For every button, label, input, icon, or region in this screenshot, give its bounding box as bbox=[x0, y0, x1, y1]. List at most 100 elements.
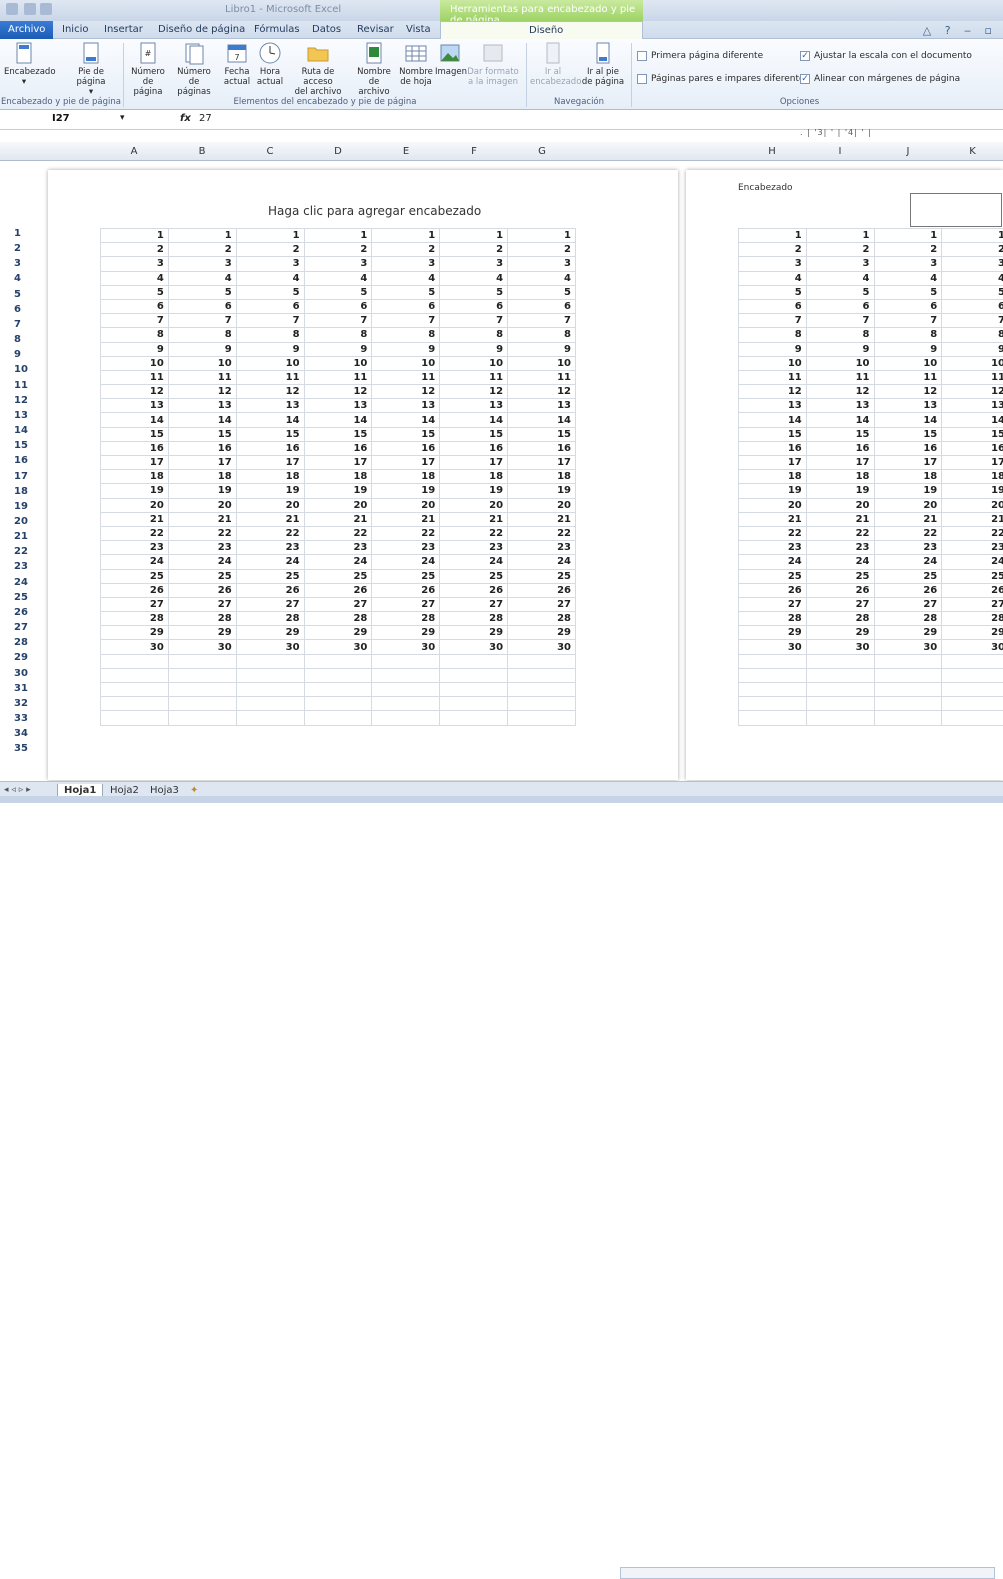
cell[interactable]: 9 bbox=[168, 342, 236, 356]
cell[interactable]: 19 bbox=[372, 484, 440, 498]
cell[interactable]: 7 bbox=[942, 314, 1003, 328]
cell[interactable]: 25 bbox=[304, 569, 372, 583]
row-header[interactable]: 21 bbox=[0, 531, 40, 546]
column-header[interactable]: I bbox=[806, 146, 874, 157]
cell[interactable]: 23 bbox=[874, 541, 942, 555]
cell[interactable]: 28 bbox=[806, 612, 874, 626]
cell[interactable] bbox=[739, 711, 807, 725]
cell[interactable]: 1 bbox=[236, 229, 304, 243]
cell[interactable]: 25 bbox=[739, 569, 807, 583]
cell[interactable] bbox=[942, 668, 1003, 682]
row-header[interactable]: 12 bbox=[0, 395, 40, 410]
cell[interactable] bbox=[508, 683, 576, 697]
cell[interactable]: 7 bbox=[304, 314, 372, 328]
cell[interactable]: 29 bbox=[168, 626, 236, 640]
cell[interactable]: 13 bbox=[806, 399, 874, 413]
cell[interactable]: 12 bbox=[101, 385, 169, 399]
row-header[interactable]: 15 bbox=[0, 440, 40, 455]
cell[interactable]: 20 bbox=[372, 498, 440, 512]
cell[interactable]: 29 bbox=[236, 626, 304, 640]
cell[interactable]: 2 bbox=[372, 243, 440, 257]
cell[interactable]: 16 bbox=[168, 441, 236, 455]
cell[interactable] bbox=[440, 668, 508, 682]
picture-button[interactable]: Imagen bbox=[435, 41, 465, 77]
tab-diseno-pagina[interactable]: Diseño de página bbox=[158, 24, 245, 35]
cell[interactable]: 14 bbox=[168, 413, 236, 427]
row-header[interactable]: 1 bbox=[0, 228, 40, 243]
row-header[interactable]: 20 bbox=[0, 516, 40, 531]
cell[interactable]: 17 bbox=[440, 456, 508, 470]
cell[interactable]: 28 bbox=[440, 612, 508, 626]
cell[interactable] bbox=[372, 697, 440, 711]
cell[interactable] bbox=[806, 683, 874, 697]
cell[interactable]: 19 bbox=[304, 484, 372, 498]
cell[interactable]: 20 bbox=[440, 498, 508, 512]
cell[interactable]: 12 bbox=[372, 385, 440, 399]
cell[interactable]: 7 bbox=[101, 314, 169, 328]
tab-vista[interactable]: Vista bbox=[406, 24, 431, 35]
cell[interactable]: 16 bbox=[304, 441, 372, 455]
cell[interactable]: 8 bbox=[806, 328, 874, 342]
cell[interactable]: 20 bbox=[508, 498, 576, 512]
row-header[interactable]: 24 bbox=[0, 577, 40, 592]
cell[interactable]: 7 bbox=[168, 314, 236, 328]
cell[interactable]: 28 bbox=[874, 612, 942, 626]
cell[interactable]: 14 bbox=[236, 413, 304, 427]
cell[interactable]: 15 bbox=[372, 427, 440, 441]
cell[interactable]: 30 bbox=[372, 640, 440, 654]
column-header[interactable]: J bbox=[874, 146, 942, 157]
undo-icon[interactable] bbox=[40, 3, 52, 15]
tab-archivo[interactable]: Archivo bbox=[0, 21, 53, 39]
cell[interactable]: 15 bbox=[739, 427, 807, 441]
cell[interactable]: 23 bbox=[168, 541, 236, 555]
cell[interactable]: 30 bbox=[508, 640, 576, 654]
row-header[interactable]: 17 bbox=[0, 471, 40, 486]
cell[interactable] bbox=[806, 697, 874, 711]
cell[interactable]: 23 bbox=[440, 541, 508, 555]
cell[interactable] bbox=[372, 683, 440, 697]
cell[interactable] bbox=[942, 697, 1003, 711]
cell[interactable]: 6 bbox=[806, 299, 874, 313]
cell[interactable]: 30 bbox=[806, 640, 874, 654]
cell[interactable]: 6 bbox=[739, 299, 807, 313]
cell[interactable]: 1 bbox=[440, 229, 508, 243]
cell[interactable]: 7 bbox=[372, 314, 440, 328]
cell[interactable]: 17 bbox=[942, 456, 1003, 470]
cell[interactable]: 18 bbox=[440, 470, 508, 484]
cell[interactable]: 15 bbox=[806, 427, 874, 441]
cell[interactable]: 16 bbox=[874, 441, 942, 455]
cell[interactable]: 3 bbox=[440, 257, 508, 271]
cell[interactable]: 24 bbox=[806, 555, 874, 569]
cell[interactable]: 12 bbox=[806, 385, 874, 399]
checkbox[interactable] bbox=[637, 74, 647, 84]
cell[interactable]: 30 bbox=[101, 640, 169, 654]
cell[interactable]: 26 bbox=[508, 583, 576, 597]
cell[interactable]: 16 bbox=[942, 441, 1003, 455]
cell[interactable]: 4 bbox=[739, 271, 807, 285]
cell[interactable]: 6 bbox=[101, 299, 169, 313]
cell[interactable] bbox=[739, 654, 807, 668]
cell[interactable]: 19 bbox=[101, 484, 169, 498]
name-box[interactable]: I27 bbox=[10, 113, 128, 128]
cell[interactable]: 24 bbox=[236, 555, 304, 569]
cell[interactable]: 28 bbox=[739, 612, 807, 626]
cell[interactable]: 17 bbox=[304, 456, 372, 470]
cell[interactable] bbox=[440, 683, 508, 697]
cell[interactable]: 21 bbox=[101, 512, 169, 526]
cell[interactable]: 9 bbox=[440, 342, 508, 356]
row-header[interactable]: 4 bbox=[0, 273, 40, 288]
cell[interactable]: 29 bbox=[874, 626, 942, 640]
cell[interactable]: 28 bbox=[372, 612, 440, 626]
row-header[interactable]: 32 bbox=[0, 698, 40, 713]
file-path-button[interactable]: Ruta de accesodel archivo bbox=[287, 41, 349, 97]
cell[interactable]: 28 bbox=[304, 612, 372, 626]
tab-inicio[interactable]: Inicio bbox=[62, 24, 88, 35]
cell[interactable]: 22 bbox=[739, 526, 807, 540]
cell[interactable]: 6 bbox=[440, 299, 508, 313]
cell[interactable]: 3 bbox=[739, 257, 807, 271]
cell[interactable]: 8 bbox=[304, 328, 372, 342]
cell[interactable]: 21 bbox=[304, 512, 372, 526]
cell[interactable]: 5 bbox=[372, 285, 440, 299]
cell[interactable] bbox=[101, 654, 169, 668]
column-header[interactable]: E bbox=[372, 146, 440, 157]
